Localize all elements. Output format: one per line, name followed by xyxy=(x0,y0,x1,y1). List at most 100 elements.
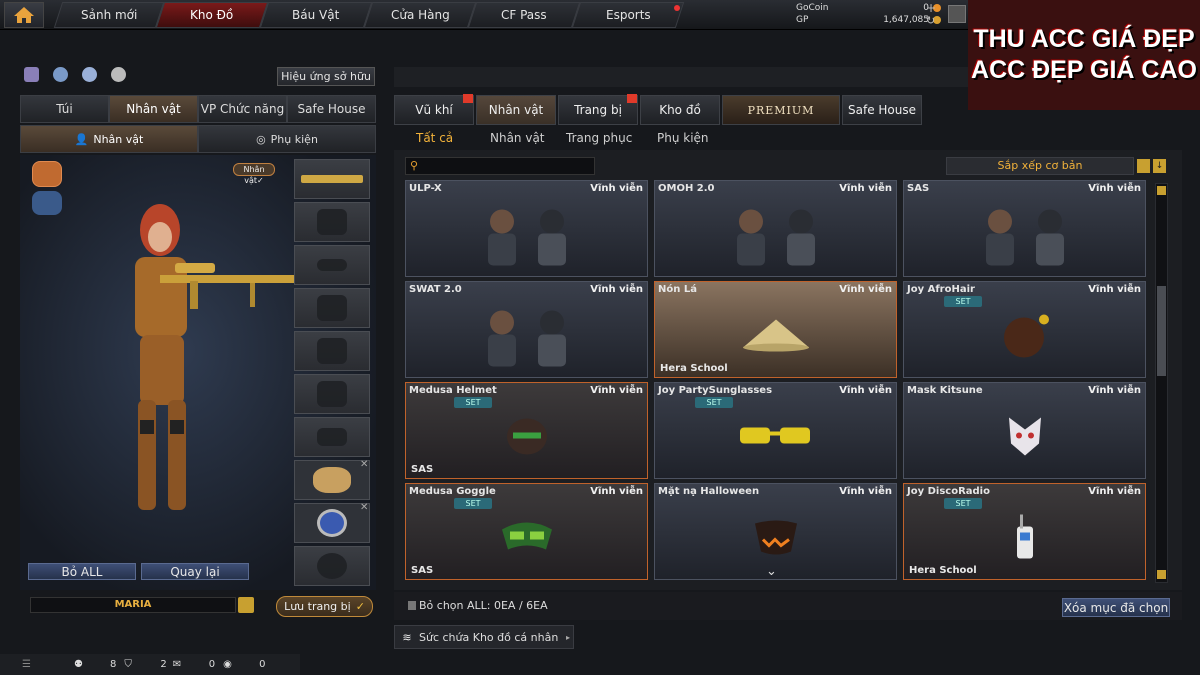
set-badge: SET xyxy=(695,397,733,408)
slot-weapon[interactable] xyxy=(294,159,370,199)
item-duration: Vĩnh viễn xyxy=(590,486,643,497)
item-card[interactable]: Mask Kitsune Vĩnh viễn xyxy=(903,382,1146,479)
slot-upper[interactable] xyxy=(294,288,370,328)
set-badge: SET xyxy=(454,397,492,408)
character-mode-icon[interactable] xyxy=(32,161,62,187)
add-icon[interactable]: + xyxy=(926,2,938,14)
grid-icon[interactable] xyxy=(948,5,966,23)
item-duration: Vĩnh viễn xyxy=(590,183,643,194)
item-tag: SAS xyxy=(411,565,434,576)
item-image xyxy=(751,518,801,561)
item-card[interactable]: Medusa Helmet Vĩnh viễn SET SAS xyxy=(405,382,648,479)
home-button[interactable] xyxy=(4,2,44,28)
nav-tab-esports[interactable]: Esports xyxy=(571,2,685,28)
nav-tab-inventory[interactable]: Kho Đồ xyxy=(155,2,269,28)
friends-icon[interactable]: ⚉ xyxy=(74,659,88,670)
character-model xyxy=(135,204,305,510)
voice-count: 0 xyxy=(259,659,266,670)
friends-count: 8 xyxy=(110,659,117,670)
item-image xyxy=(503,415,551,462)
slot-vest[interactable] xyxy=(294,374,370,414)
nav-tab-lobby[interactable]: Sảnh mới xyxy=(53,2,165,28)
accessory-mode-icon[interactable] xyxy=(32,191,62,215)
item-card[interactable]: Medusa Goggle Vĩnh viễn SET SAS xyxy=(405,483,648,580)
set-badge: SET xyxy=(454,498,492,509)
item-duration: Vĩnh viễn xyxy=(839,284,892,295)
item-card[interactable]: Joy AfroHair Vĩnh viễn SET xyxy=(903,281,1146,378)
equipment-slots xyxy=(294,159,370,586)
item-name: SAS xyxy=(907,183,930,194)
item-duration: Vĩnh viễn xyxy=(839,486,892,497)
owned-effects-button[interactable]: Hiệu ứng sở hữu xyxy=(277,67,375,86)
subtab-accessory[interactable]: Phụ kiện xyxy=(657,128,709,148)
item-card[interactable]: SWAT 2.0 Vĩnh viễn xyxy=(405,281,648,378)
pet-icon[interactable] xyxy=(111,67,126,82)
scrollbar[interactable] xyxy=(1155,183,1168,583)
left-tab-character[interactable]: Nhân vật xyxy=(109,95,198,123)
remove-accessory-1-icon[interactable]: ✕ xyxy=(360,459,368,470)
view-icon[interactable] xyxy=(53,67,68,82)
slot-accessory-1[interactable] xyxy=(294,460,370,500)
item-name: ULP-X xyxy=(409,183,442,194)
scroll-thumb[interactable] xyxy=(1157,286,1166,376)
character-viewer[interactable]: Nhân vật✓ ✕ ✕ Bỏ ALL Quay lại xyxy=(20,155,376,590)
search-input[interactable] xyxy=(424,159,592,173)
list-view-icon[interactable] xyxy=(1137,159,1150,173)
menu-icon[interactable] xyxy=(238,597,254,613)
ranking-icon[interactable] xyxy=(24,67,39,82)
search-box[interactable]: ⚲ xyxy=(405,157,595,175)
item-image xyxy=(736,422,816,455)
slot-hat[interactable] xyxy=(294,202,370,242)
sort-dropdown[interactable]: Sắp xếp cơ bản xyxy=(946,157,1134,175)
subtab-accessories[interactable]: ◎ Phụ kiện xyxy=(198,125,376,153)
subtab-all[interactable]: Tất cả xyxy=(416,128,453,148)
subtab-character[interactable]: 👤 Nhân vật xyxy=(20,125,198,153)
scroll-up-icon[interactable] xyxy=(1157,186,1166,195)
subtab-character-filter[interactable]: Nhân vật xyxy=(490,128,545,148)
item-card[interactable]: SAS Vĩnh viễn xyxy=(903,180,1146,277)
clan-icon[interactable]: ⛉ xyxy=(124,659,138,670)
delete-selected-button[interactable]: Xóa mục đã chọn xyxy=(1062,598,1170,617)
slot-accessory-3[interactable] xyxy=(294,546,370,586)
right-tab-equipment[interactable]: Trang bị xyxy=(558,95,638,125)
item-duration: Vĩnh viễn xyxy=(1088,284,1141,295)
left-tab-functional[interactable]: VP Chức năng xyxy=(198,95,287,123)
watermark-line1: THU ACC GIÁ ĐẸP xyxy=(973,25,1195,53)
remove-accessory-2-icon[interactable]: ✕ xyxy=(360,502,368,513)
nav-tab-treasure[interactable]: Báu Vật xyxy=(259,2,373,28)
nav-tab-shop[interactable]: Cửa Hàng xyxy=(363,2,477,28)
scroll-down-icon[interactable] xyxy=(1157,570,1166,579)
back-button[interactable]: Quay lại xyxy=(141,563,249,580)
item-card[interactable]: OMOH 2.0 Vĩnh viễn xyxy=(654,180,897,277)
capacity-button[interactable]: ≋ Sức chứa Kho đồ cá nhân ▸ xyxy=(394,625,574,649)
refresh-icon[interactable]: ↻ xyxy=(926,15,938,27)
list-icon[interactable]: ☰ xyxy=(22,659,38,670)
remove-all-button[interactable]: Bỏ ALL xyxy=(28,563,136,580)
right-tab-storage[interactable]: Kho đồ xyxy=(640,95,720,125)
right-tab-premium[interactable]: PREMIUM xyxy=(722,95,840,125)
item-card[interactable]: Joy PartySunglasses Vĩnh viễn SET xyxy=(654,382,897,479)
item-card[interactable]: Nón Lá Vĩnh viễn Hera School xyxy=(654,281,897,378)
character-name-field[interactable]: MARIA xyxy=(30,597,236,613)
subtab-costume[interactable]: Trang phục xyxy=(566,128,632,148)
right-tab-weapons[interactable]: Vũ khí xyxy=(394,95,474,125)
user-icon[interactable] xyxy=(82,67,97,82)
chat-icon[interactable]: ✉ xyxy=(173,659,187,670)
sort-order-icon[interactable]: ↓ xyxy=(1153,159,1166,173)
right-tab-character[interactable]: Nhân vật xyxy=(476,95,556,125)
save-loadout-button[interactable]: Lưu trang bị ✓ xyxy=(276,596,373,617)
left-icon-row xyxy=(24,67,134,87)
nav-tab-cfpass[interactable]: CF Pass xyxy=(467,2,581,28)
slot-glasses[interactable] xyxy=(294,245,370,285)
left-tab-bag[interactable]: Túi xyxy=(20,95,109,123)
slot-pants[interactable] xyxy=(294,417,370,457)
right-tab-safehouse[interactable]: Safe House xyxy=(842,95,922,125)
item-card[interactable]: Joy DiscoRadio Vĩnh viễn SET Hera School xyxy=(903,483,1146,580)
expand-chevron-icon[interactable]: ⌄ xyxy=(766,564,777,579)
voice-icon[interactable]: ◉ xyxy=(223,659,237,670)
slot-accessory-2[interactable] xyxy=(294,503,370,543)
slot-lower[interactable] xyxy=(294,331,370,371)
deselect-all-text[interactable]: Bỏ chọn ALL: 0EA / 6EA xyxy=(408,599,548,612)
left-tab-safehouse[interactable]: Safe House xyxy=(287,95,376,123)
item-card[interactable]: ULP-X Vĩnh viễn xyxy=(405,180,648,277)
